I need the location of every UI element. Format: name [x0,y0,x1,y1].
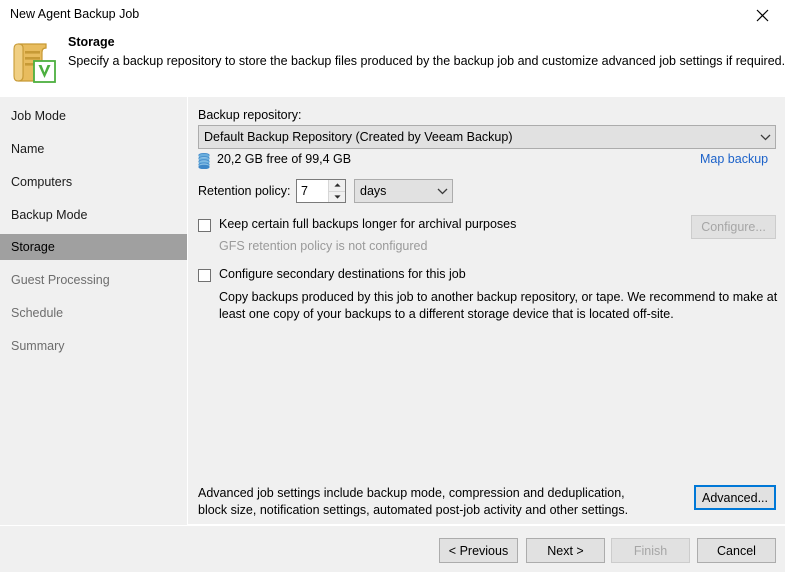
repository-dropdown-value: Default Backup Repository (Created by Ve… [204,130,513,144]
wizard-header: Storage Specify a backup repository to s… [0,30,785,96]
database-icon [198,153,210,170]
retention-unit-value: days [360,184,387,198]
sidebar-item-name[interactable]: Name [0,136,187,162]
retention-value-stepper[interactable]: 7 [296,179,346,203]
cancel-button[interactable]: Cancel [697,538,776,563]
sidebar-item-label: Computers [11,175,73,189]
sidebar-item-job-mode[interactable]: Job Mode [0,103,187,129]
secondary-destinations-desc-line2: least one copy of your backups to a diff… [219,307,674,321]
free-space-text: 20,2 GB free of 99,4 GB [217,152,352,166]
gfs-retention-note: GFS retention policy is not configured [219,239,428,253]
repository-label: Backup repository: [198,108,302,122]
advanced-settings-button[interactable]: Advanced... [694,485,776,510]
sidebar-item-label: Backup Mode [11,208,88,222]
sidebar-item-storage[interactable]: Storage [0,234,187,260]
sidebar-item-label: Storage [11,240,55,254]
title-bar: New Agent Backup Job [0,0,785,30]
sidebar-item-label: Job Mode [11,109,66,123]
finish-button[interactable]: Finish [611,538,690,563]
sidebar-item-guest-processing[interactable]: Guest Processing [0,267,187,293]
sidebar-item-backup-mode[interactable]: Backup Mode [0,202,187,228]
close-icon[interactable] [740,0,785,30]
sidebar-item-label: Schedule [11,306,64,320]
sidebar-item-label: Guest Processing [11,273,110,287]
next-button[interactable]: Next > [526,538,605,563]
repository-dropdown[interactable]: Default Backup Repository (Created by Ve… [198,125,776,149]
configure-gfs-button[interactable]: Configure... [691,215,776,239]
wizard-footer: < Previous Next > Finish Cancel [0,526,785,572]
page-title: Storage [68,35,115,49]
sidebar-item-computers[interactable]: Computers [0,169,187,195]
sidebar-item-summary[interactable]: Summary [0,333,187,359]
stepper-down-icon[interactable] [329,192,345,203]
map-backup-link[interactable]: Map backup [700,152,768,166]
stepper-up-icon[interactable] [329,180,345,192]
window-title: New Agent Backup Job [10,7,140,21]
advanced-desc-line2: block size, notification settings, autom… [198,503,629,517]
advanced-desc-line1: Advanced job settings include backup mod… [198,486,625,500]
veeam-agent-job-icon [10,36,60,86]
retention-unit-dropdown[interactable]: days [354,179,453,203]
sidebar-item-schedule[interactable]: Schedule [0,300,187,326]
stepper-buttons [328,180,345,202]
chevron-down-icon [755,133,775,141]
chevron-down-icon [432,187,452,195]
retention-value-input[interactable]: 7 [297,180,328,202]
secondary-destinations-checkbox[interactable] [198,269,211,282]
wizard-step-sidebar: Job Mode Name Computers Backup Mode Stor… [0,97,187,525]
page-description: Specify a backup repository to store the… [68,54,785,68]
gfs-retention-checkbox[interactable] [198,219,211,232]
storage-settings-panel: Backup repository: Default Backup Reposi… [188,97,785,525]
sidebar-item-label: Summary [11,339,65,353]
new-agent-backup-job-dialog: New Agent Backup Job Storage Specify a b… [0,0,785,572]
secondary-destinations-desc-line1: Copy backups produced by this job to ano… [219,290,778,304]
sidebar-item-label: Name [11,142,45,156]
retention-policy-label: Retention policy: [198,184,291,198]
previous-button[interactable]: < Previous [439,538,518,563]
gfs-retention-label[interactable]: Keep certain full backups longer for arc… [219,217,516,231]
secondary-destinations-label[interactable]: Configure secondary destinations for thi… [219,267,466,281]
